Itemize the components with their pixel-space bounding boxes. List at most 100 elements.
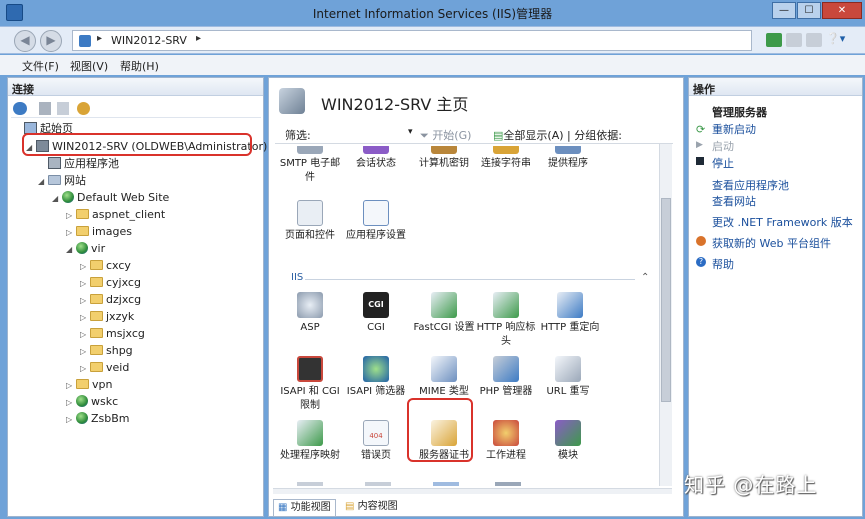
expand-icon[interactable]: ▷ — [80, 309, 90, 326]
feature-asp[interactable]: ASP — [277, 292, 343, 335]
expand-icon[interactable]: ▷ — [66, 207, 76, 224]
mime-types-icon — [431, 356, 457, 382]
feature-session-state[interactable]: 会话状态 — [343, 146, 409, 171]
filter-dropdown-icon[interactable]: ▾ — [408, 127, 413, 137]
tree-folder[interactable]: ▷ cyjxcg — [80, 274, 141, 291]
tree-folder[interactable]: ▷ msjxcg — [80, 325, 145, 342]
menu-help[interactable]: 帮助(H) — [120, 58, 159, 74]
expand-icon[interactable]: ▷ — [80, 326, 90, 343]
home-icon[interactable] — [806, 33, 822, 47]
action-change-framework[interactable]: 更改 .NET Framework 版本 — [712, 214, 853, 230]
feature-fastcgi[interactable]: FastCGI 设置 — [411, 292, 477, 335]
tree-vir[interactable]: ◢ vir — [66, 240, 105, 257]
tree-folder[interactable]: ▷ images — [66, 223, 132, 240]
feature-smtp[interactable]: SMTP 电子邮件 — [277, 146, 343, 185]
connect-icon[interactable] — [13, 102, 27, 115]
group-by-label[interactable]: | 分组依据: — [567, 127, 622, 143]
action-help[interactable]: 帮助 — [712, 256, 734, 272]
feature-isapi-cgi-restrictions[interactable]: ISAPI 和 CGI 限制 — [277, 356, 343, 413]
feature-http-headers[interactable]: HTTP 响应标头 — [473, 292, 539, 349]
help-menu-icon[interactable]: ❔▾ — [826, 32, 845, 45]
feature-providers[interactable]: 提供程序 — [535, 146, 601, 171]
action-stop[interactable]: 停止 — [712, 155, 734, 171]
tree-folder[interactable]: ▷ vpn — [66, 376, 112, 393]
tree-folder[interactable]: ▷ cxcy — [80, 257, 131, 274]
session-state-icon — [363, 146, 389, 154]
expand-icon[interactable]: ▷ — [80, 258, 90, 275]
feature-modules[interactable]: 模块 — [535, 420, 601, 463]
collapse-icon[interactable]: ◢ — [66, 241, 76, 258]
address-breadcrumb[interactable]: ▸ WIN2012-SRV ▸ — [72, 30, 752, 51]
tree-default-web-site[interactable]: ◢ Default Web Site — [52, 189, 169, 206]
collapse-icon[interactable]: ◢ — [52, 190, 62, 207]
filter-toolbar: 筛选: ▾ ⏷ 开始(G) ▤全部显示(A) | 分组依据: — [275, 124, 673, 144]
tree-app-pools[interactable]: 应用程序池 — [48, 155, 119, 172]
refresh-icon[interactable] — [766, 33, 782, 47]
tree-folder[interactable]: ▷ shpg — [80, 342, 133, 359]
expand-icon[interactable]: ▷ — [66, 411, 76, 428]
breadcrumb-dropdown[interactable]: ▸ — [196, 33, 201, 44]
expand-icon[interactable]: ▷ — [80, 360, 90, 377]
menu-file[interactable]: 文件(F) — [22, 58, 59, 74]
collapse-icon[interactable]: ◢ — [38, 173, 48, 190]
stop-icon — [696, 157, 704, 165]
action-restart[interactable]: 重新启动 — [712, 121, 756, 137]
feature-connection-strings[interactable]: 连接字符串 — [473, 146, 539, 171]
minimize-button[interactable]: — — [772, 2, 796, 19]
close-button[interactable]: ✕ — [822, 2, 862, 19]
save-icon[interactable] — [39, 102, 51, 115]
feature-handler-mappings[interactable]: 处理程序映射 — [277, 420, 343, 463]
virtual-dir-icon — [76, 412, 88, 424]
folder-icon — [90, 345, 103, 355]
expand-icon[interactable]: ▷ — [80, 275, 90, 292]
action-view-app-pools[interactable]: 查看应用程序池 — [712, 177, 789, 193]
start-button[interactable]: ⏷ 开始(G) — [420, 127, 471, 143]
features-scrollbar[interactable] — [659, 144, 672, 486]
feature-isapi-filters[interactable]: ISAPI 筛选器 — [343, 356, 409, 399]
expand-icon[interactable]: ▷ — [80, 292, 90, 309]
stop-icon[interactable] — [786, 33, 802, 47]
feature-cgi[interactable]: CGI CGI — [343, 292, 409, 335]
tab-content-view[interactable]: ▤ 内容视图 — [341, 499, 402, 517]
feature-mime-types[interactable]: MIME 类型 — [411, 356, 477, 399]
tree-sites[interactable]: ◢ 网站 — [38, 172, 86, 189]
expand-icon[interactable]: ▷ — [66, 394, 76, 411]
server-home-icon — [279, 88, 305, 114]
feature-error-pages[interactable]: 404 错误页 — [343, 420, 409, 463]
breadcrumb-server[interactable]: WIN2012-SRV — [111, 34, 187, 47]
feature-php-manager[interactable]: PHP 管理器 — [473, 356, 539, 399]
feature-worker-processes[interactable]: 工作进程 — [473, 420, 539, 463]
back-button[interactable]: ◀ — [14, 30, 36, 52]
tree-virtual-dir[interactable]: ▷ wskc — [66, 393, 118, 410]
feature-icon-partial — [297, 482, 323, 486]
feature-pages-controls[interactable]: 页面和控件 — [277, 200, 343, 243]
group-collapse-icon[interactable]: ⌃ — [641, 272, 649, 283]
up-icon[interactable] — [57, 102, 69, 115]
expand-icon[interactable]: ▷ — [80, 343, 90, 360]
feature-app-settings[interactable]: 应用程序设置 — [343, 200, 409, 243]
menu-view[interactable]: 视图(V) — [70, 58, 108, 74]
feature-http-redirect[interactable]: HTTP 重定向 — [537, 292, 603, 335]
help-icon: ? — [696, 257, 706, 267]
tab-features-view[interactable]: ▦ 功能视图 — [273, 499, 336, 517]
php-manager-icon — [493, 356, 519, 382]
action-get-web-platform[interactable]: 获取新的 Web 平台组件 — [712, 235, 831, 251]
watermark: 知乎 @在路上 — [684, 473, 818, 497]
tree-folder[interactable]: ▷ aspnet_client — [66, 206, 165, 223]
delete-connection-icon[interactable] — [77, 102, 90, 115]
feature-url-rewrite[interactable]: URL 重写 — [535, 356, 601, 399]
tree-folder[interactable]: ▷ veid — [80, 359, 129, 376]
feature-machine-key[interactable]: 计算机密钥 — [411, 146, 477, 171]
expand-icon[interactable]: ▷ — [66, 377, 76, 394]
filter-input[interactable] — [321, 125, 413, 141]
action-view-sites[interactable]: 查看网站 — [712, 193, 756, 209]
expand-icon[interactable]: ▷ — [66, 224, 76, 241]
features-scroll-thumb[interactable] — [661, 198, 671, 402]
tree-folder[interactable]: ▷ dzjxcg — [80, 291, 141, 308]
features-view-icon: ▦ — [278, 502, 288, 513]
tree-folder[interactable]: ▷ jxzyk — [80, 308, 134, 325]
tree-virtual-dir[interactable]: ▷ ZsbBm — [66, 410, 130, 427]
maximize-button[interactable]: ☐ — [797, 2, 821, 19]
forward-button[interactable]: ▶ — [40, 30, 62, 52]
show-all-button[interactable]: ▤全部显示(A) — [493, 127, 564, 143]
